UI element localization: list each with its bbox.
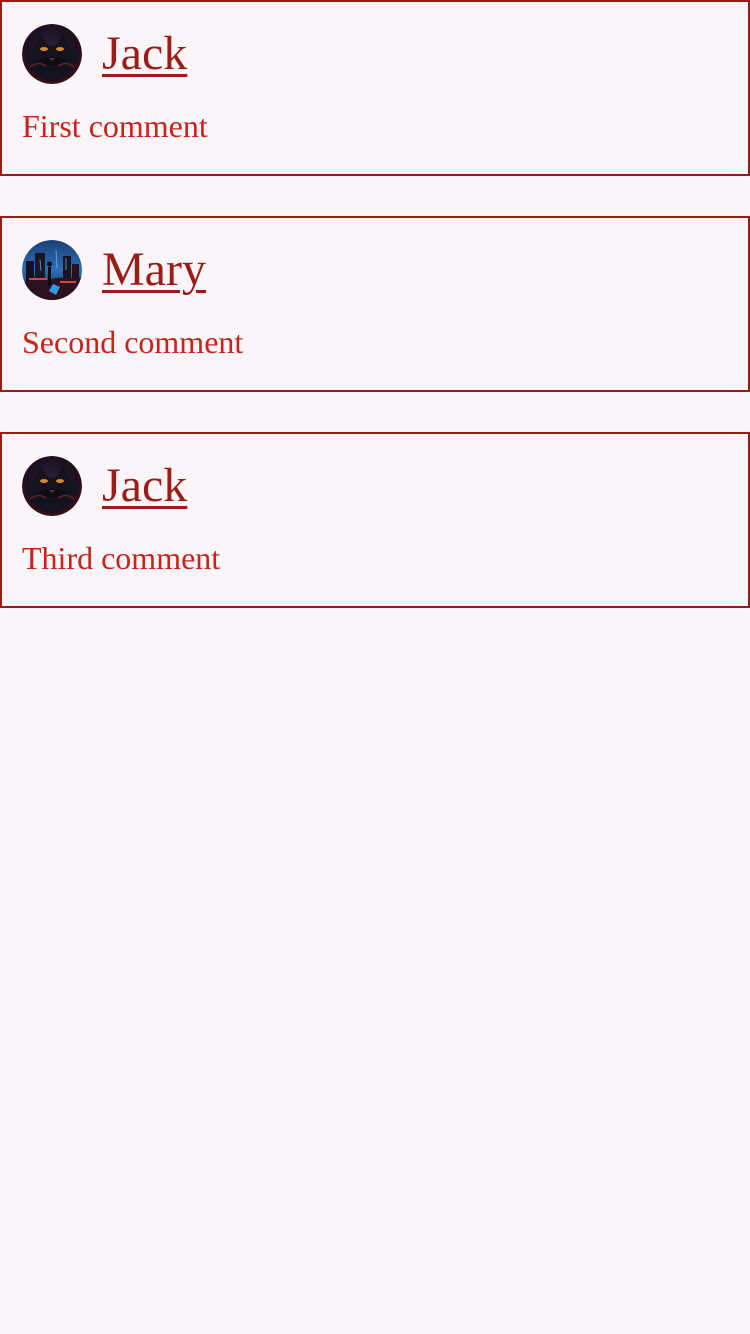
comment-card: Mary Second comment	[0, 216, 750, 392]
author-link[interactable]: Jack	[102, 462, 187, 510]
comment-header: Mary	[22, 238, 206, 302]
author-link[interactable]: Mary	[102, 246, 206, 294]
night-city-avatar-icon[interactable]	[22, 240, 82, 300]
comment-list: Jack First comment Mary Second comment J…	[0, 0, 750, 608]
comment-header: Jack	[22, 22, 187, 86]
comment-card: Jack First comment	[0, 0, 750, 176]
comment-text: Third comment	[22, 540, 221, 576]
black-cat-avatar-icon[interactable]	[22, 456, 82, 516]
comment-text: Second comment	[22, 324, 244, 360]
comment-header: Jack	[22, 454, 187, 518]
black-cat-avatar-icon[interactable]	[22, 24, 82, 84]
comment-text: First comment	[22, 108, 208, 144]
author-link[interactable]: Jack	[102, 30, 187, 78]
comment-card: Jack Third comment	[0, 432, 750, 608]
